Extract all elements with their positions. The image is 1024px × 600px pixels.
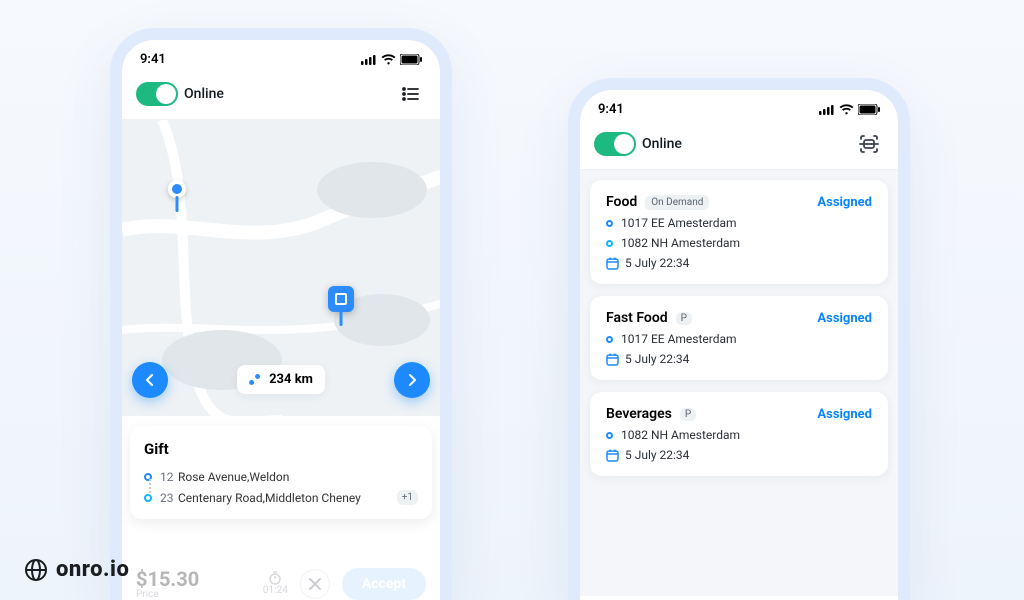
job-card[interactable]: Fast Food P Assigned 1017 EE Amesterdam …: [590, 296, 888, 380]
map-view[interactable]: 234 km: [122, 120, 440, 416]
order-title: Gift: [144, 440, 418, 458]
job-time: 5 July 22:34: [606, 352, 872, 366]
wifi-icon: [381, 54, 396, 65]
map-pin-pickup[interactable]: [168, 180, 186, 198]
phone-driver-list: 9:41 Online Food On Demand Assigned 1017…: [568, 78, 910, 600]
battery-icon: [858, 104, 880, 115]
job-stop: 1017 EE Amesterdam: [606, 216, 872, 230]
job-card[interactable]: Food On Demand Assigned 1017 EE Amesterd…: [590, 180, 888, 284]
more-stops-badge: +1: [397, 490, 418, 505]
status-icons: [819, 104, 880, 115]
cellular-icon: [361, 55, 377, 65]
timer-block: 01:24: [263, 571, 288, 596]
dropoff-dot-icon: [606, 240, 613, 247]
battery-icon: [400, 54, 422, 65]
jobs-list[interactable]: Food On Demand Assigned 1017 EE Amesterd…: [580, 170, 898, 596]
status-bar: 9:41: [122, 40, 440, 73]
job-card[interactable]: Beverages P Assigned 1082 NH Amesterdam …: [590, 392, 888, 476]
order-stop-2: 23 Centenary Road,Middleton Cheney +1: [144, 490, 418, 505]
job-status: Assigned: [817, 311, 872, 326]
status-icons: [361, 54, 422, 65]
job-chip: P: [676, 312, 692, 325]
pickup-dot-icon: [606, 432, 613, 439]
order-action-bar: $15.30 Price 01:24 Accept: [122, 561, 440, 600]
accept-button[interactable]: Accept: [342, 568, 426, 600]
calendar-icon: [606, 353, 619, 366]
distance-chip: 234 km: [237, 365, 325, 394]
route-icon: [249, 374, 261, 386]
online-label: Online: [642, 136, 682, 152]
brand-text: onro.io: [56, 557, 129, 582]
prev-order-button[interactable]: [132, 362, 168, 398]
job-title: Food: [606, 194, 637, 210]
phone-driver-map: 9:41 Online: [110, 28, 452, 600]
online-toggle[interactable]: [594, 132, 636, 156]
status-bar: 9:41: [580, 90, 898, 123]
job-stop: 1082 NH Amesterdam: [606, 236, 872, 250]
dropoff-dot-icon: [144, 494, 152, 502]
status-time: 9:41: [140, 52, 166, 67]
job-title: Fast Food: [606, 310, 668, 326]
job-time: 5 July 22:34: [606, 256, 872, 270]
job-status: Assigned: [817, 195, 872, 210]
brand-watermark: onro.io: [24, 557, 129, 582]
job-title: Beverages: [606, 406, 672, 422]
order-card[interactable]: Gift 12 Rose Avenue,Weldon 23 Centenary …: [130, 426, 432, 519]
job-chip: On Demand: [645, 195, 709, 210]
header-row: Online: [580, 123, 898, 170]
header-row: Online: [122, 73, 440, 120]
globe-icon: [24, 558, 48, 582]
pickup-dot-icon: [606, 336, 613, 343]
wifi-icon: [839, 104, 854, 115]
calendar-icon: [606, 449, 619, 462]
timer-icon: [268, 571, 282, 585]
list-view-icon[interactable]: [396, 79, 426, 109]
online-toggle[interactable]: [136, 82, 178, 106]
calendar-icon: [606, 257, 619, 270]
scan-icon[interactable]: [854, 129, 884, 159]
pickup-dot-icon: [606, 220, 613, 227]
map-pin-dropoff[interactable]: [328, 286, 354, 312]
job-chip: P: [680, 408, 696, 421]
job-status: Assigned: [817, 407, 872, 422]
status-time: 9:41: [598, 102, 624, 117]
price-block: $15.30 Price: [136, 567, 251, 600]
job-time: 5 July 22:34: [606, 448, 872, 462]
reject-button[interactable]: [300, 569, 330, 599]
cellular-icon: [819, 105, 835, 115]
job-stop: 1082 NH Amesterdam: [606, 428, 872, 442]
order-stop-1: 12 Rose Avenue,Weldon: [144, 470, 418, 484]
next-order-button[interactable]: [394, 362, 430, 398]
distance-value: 234 km: [269, 372, 313, 387]
online-label: Online: [184, 86, 224, 102]
job-stop: 1017 EE Amesterdam: [606, 332, 872, 346]
